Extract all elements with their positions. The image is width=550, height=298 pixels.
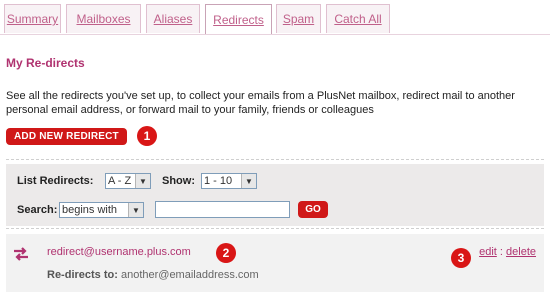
list-order-value: A - Z [108, 175, 132, 187]
chevron-down-icon: ▼ [241, 174, 256, 188]
delete-link[interactable]: delete [506, 246, 536, 258]
chevron-down-icon: ▼ [128, 203, 143, 217]
page-title: My Re-directs [6, 56, 85, 70]
intro-text: See all the redirects you've set up, to … [6, 90, 515, 116]
filter-panel: List Redirects: A - Z ▼ Show: 1 - 10 ▼ S… [6, 164, 544, 226]
list-order-select[interactable]: A - Z ▼ [105, 173, 151, 189]
search-input[interactable] [155, 201, 290, 218]
show-label: Show: [162, 175, 195, 187]
tab-divider [0, 34, 550, 35]
search-mode-select[interactable]: begins with ▼ [59, 202, 144, 218]
redirects-to-line: Re-directs to: another@emailaddress.com [47, 269, 259, 281]
tab-mailboxes[interactable]: Mailboxes [66, 4, 141, 33]
redirects-to-label: Re-directs to: [47, 269, 118, 281]
redirect-arrows-icon [14, 247, 28, 261]
action-separator: : [499, 246, 503, 258]
search-label: Search: [17, 204, 58, 216]
redirect-email: redirect@username.plus.com [47, 246, 191, 258]
redirect-row: redirect@username.plus.com 2 Re-directs … [6, 234, 544, 292]
list-redirects-label: List Redirects: [17, 175, 94, 187]
tab-catch-all[interactable]: Catch All [326, 4, 390, 33]
show-count-select[interactable]: 1 - 10 ▼ [201, 173, 257, 189]
go-button[interactable]: GO [298, 201, 328, 218]
redirects-to-address: another@emailaddress.com [120, 269, 259, 281]
callout-1: 1 [137, 126, 157, 146]
search-mode-value: begins with [62, 204, 118, 216]
tab-redirects[interactable]: Redirects [205, 4, 272, 35]
tab-summary[interactable]: Summary [4, 4, 61, 33]
add-new-redirect-button[interactable]: ADD NEW REDIRECT [6, 128, 127, 145]
edit-link[interactable]: edit [479, 246, 497, 258]
tab-spam[interactable]: Spam [276, 4, 321, 33]
redirect-actions: edit : delete [479, 246, 536, 258]
chevron-down-icon: ▼ [135, 174, 150, 188]
tab-aliases[interactable]: Aliases [146, 4, 200, 33]
callout-3: 3 [451, 248, 471, 268]
divider-top [6, 159, 544, 160]
divider-bottom [6, 228, 544, 229]
show-count-value: 1 - 10 [204, 175, 233, 187]
callout-2: 2 [216, 243, 236, 263]
